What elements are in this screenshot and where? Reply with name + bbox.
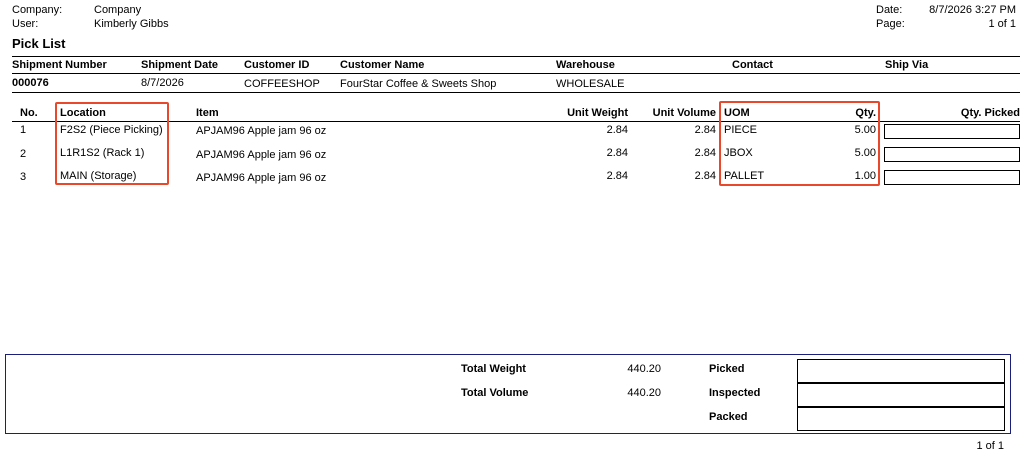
customer-id-value: COFFEESHOP (244, 78, 320, 90)
inspected-label: Inspected (709, 387, 761, 399)
col-item-header: Item (196, 107, 219, 119)
col-unit-volume-header: Unit Volume (652, 107, 716, 119)
warehouse-value: WHOLESALE (556, 78, 625, 90)
shipment-top-rule (12, 56, 1020, 57)
total-volume-label: Total Volume (461, 387, 529, 399)
col-unit-weight-header: Unit Weight (567, 107, 628, 119)
row-no: 3 (20, 171, 27, 183)
row-item: APJAM96 Apple jam 96 oz (196, 125, 327, 137)
total-weight-value: 440.20 (627, 363, 661, 375)
warehouse-header: Warehouse (556, 59, 615, 71)
location-highlight-box (55, 102, 169, 185)
row-unit-weight: 2.84 (606, 124, 628, 136)
footer-page-number: 1 of 1 (976, 440, 1004, 452)
date-label: Date: (876, 4, 903, 16)
row-unit-volume: 2.84 (694, 147, 716, 159)
ship-via-header: Ship Via (885, 59, 929, 71)
uom-qty-highlight-box (719, 101, 880, 186)
packed-label: Packed (709, 411, 748, 423)
user-label: User: (12, 18, 39, 30)
total-weight-label: Total Weight (461, 363, 526, 375)
user-value: Kimberly Gibbs (94, 18, 169, 30)
qty-picked-field[interactable] (884, 124, 1020, 139)
customer-name-value: FourStar Coffee & Sweets Shop (340, 78, 497, 90)
row-unit-weight: 2.84 (606, 170, 628, 182)
row-unit-volume: 2.84 (694, 124, 716, 136)
customer-id-header: Customer ID (244, 59, 310, 71)
date-value: 8/7/2026 3:27 PM (929, 4, 1016, 16)
shipment-date-header: Shipment Date (141, 59, 219, 71)
row-unit-volume: 2.84 (694, 170, 716, 182)
shipment-number-value: 000076 (12, 77, 49, 89)
col-no-header: No. (20, 107, 38, 119)
contact-header: Contact (732, 59, 773, 71)
customer-name-header: Customer Name (340, 59, 425, 71)
shipment-number-header: Shipment Number (12, 59, 107, 71)
qty-picked-field[interactable] (884, 170, 1020, 185)
shipment-bottom-rule (12, 92, 1020, 93)
picked-label: Picked (709, 363, 745, 375)
picked-signature-field[interactable] (797, 359, 1005, 383)
row-unit-weight: 2.84 (606, 147, 628, 159)
shipment-date-value: 8/7/2026 (141, 77, 184, 89)
company-label: Company: (12, 4, 63, 16)
qty-picked-field[interactable] (884, 147, 1020, 162)
row-no: 1 (20, 124, 27, 136)
row-item: APJAM96 Apple jam 96 oz (196, 172, 327, 184)
total-volume-value: 440.20 (627, 387, 661, 399)
col-qty-picked-header: Qty. Picked (960, 107, 1020, 119)
row-no: 2 (20, 148, 27, 160)
packed-signature-field[interactable] (797, 407, 1005, 431)
page-title: Pick List (12, 36, 66, 51)
inspected-signature-field[interactable] (797, 383, 1005, 407)
row-item: APJAM96 Apple jam 96 oz (196, 149, 327, 161)
shipment-header-rule (12, 73, 1020, 74)
page-value: 1 of 1 (988, 18, 1016, 30)
company-value: Company (94, 4, 142, 16)
